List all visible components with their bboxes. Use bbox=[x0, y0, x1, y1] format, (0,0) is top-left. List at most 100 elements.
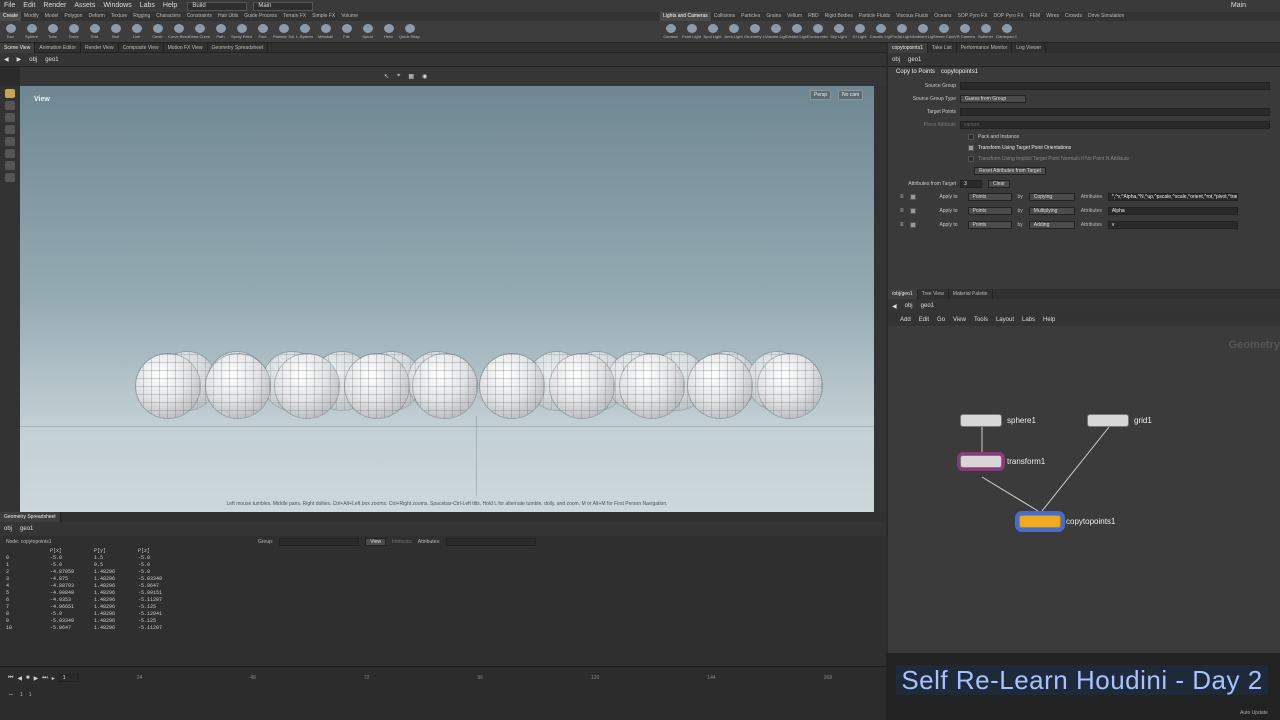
shelf-tool[interactable]: Sphere bbox=[21, 21, 42, 43]
shelf-tool[interactable]: Torus bbox=[63, 21, 84, 43]
pane-tab[interactable]: Geometry Spreadsheet bbox=[208, 42, 269, 53]
drag-handle-icon[interactable]: ≡ bbox=[900, 194, 904, 200]
mode-menu[interactable]: Copying bbox=[1028, 193, 1075, 201]
source-group-field[interactable] bbox=[960, 81, 1270, 90]
grid-icon[interactable]: ▦ bbox=[404, 73, 418, 80]
shelf-tool[interactable]: Geometry Light bbox=[744, 21, 765, 43]
menu-file[interactable]: File bbox=[0, 0, 19, 12]
sheet-path-node[interactable]: geo1 bbox=[16, 526, 37, 532]
apply-to-menu[interactable]: Points bbox=[967, 193, 1012, 201]
shelf-tool[interactable]: Caustic Light bbox=[870, 21, 891, 43]
shelf-tool[interactable]: Draw Curve bbox=[189, 21, 210, 43]
shelf-tool[interactable]: Box bbox=[0, 21, 21, 43]
snap-icon[interactable]: ⌖ bbox=[393, 73, 404, 80]
pane-tab[interactable]: Animation Editor bbox=[35, 42, 82, 53]
menu-render[interactable]: Render bbox=[39, 0, 70, 12]
mode-menu[interactable]: Multiplying bbox=[1028, 207, 1075, 215]
frame-field[interactable]: 1 bbox=[58, 674, 79, 682]
shelf-tool[interactable]: Metaball bbox=[315, 21, 336, 43]
attributes-field[interactable]: v bbox=[1107, 221, 1238, 229]
view-menu[interactable]: View bbox=[365, 538, 387, 546]
rule-enable-checkbox[interactable] bbox=[909, 208, 916, 214]
sheet-path-root[interactable]: obj bbox=[0, 526, 16, 532]
range-end[interactable]: 1 bbox=[29, 692, 32, 698]
path-node[interactable]: geo1 bbox=[41, 57, 62, 63]
shelf-tab[interactable]: Drive Simulation bbox=[1085, 12, 1127, 21]
shelf-tool[interactable]: Grid bbox=[84, 21, 105, 43]
camera-icon[interactable]: ◉ bbox=[418, 73, 431, 80]
column-header[interactable]: P[z] bbox=[138, 548, 182, 555]
menu-windows[interactable]: Windows bbox=[99, 0, 135, 12]
table-row[interactable]: 8 -5.0 1.48296 -5.12941 bbox=[6, 611, 886, 618]
pose-tool-icon[interactable] bbox=[5, 149, 15, 158]
node-transform1[interactable]: transform1 bbox=[960, 455, 1045, 468]
params-path-root[interactable]: obj bbox=[888, 57, 904, 63]
attributes-field[interactable]: *,^v,^Alpha,^N,^up,^pscale,^scale,^orien… bbox=[1107, 193, 1238, 201]
camera-menu[interactable]: No cam bbox=[838, 90, 864, 100]
table-row[interactable]: 4 -4.88793 1.48296 -5.0647 bbox=[6, 583, 886, 590]
column-header[interactable] bbox=[6, 548, 50, 555]
shelf-tool[interactable]: Curve Bezier bbox=[168, 21, 189, 43]
table-row[interactable]: 0 -5.0 1.5 -5.0 bbox=[6, 555, 886, 562]
shelf-tool[interactable]: Ambient Light bbox=[912, 21, 933, 43]
rule-enable-checkbox[interactable] bbox=[909, 194, 916, 200]
pane-tab[interactable]: Composite View bbox=[119, 42, 164, 53]
drag-handle-icon[interactable]: ≡ bbox=[900, 222, 904, 228]
path-root[interactable]: obj bbox=[25, 57, 41, 63]
menu-edit[interactable]: Edit bbox=[19, 0, 39, 12]
pane-tab[interactable]: Performance Monitor bbox=[957, 43, 1013, 53]
source-group-type-menu[interactable]: Guess from Group bbox=[960, 94, 1026, 103]
shelf-tool[interactable]: Distant Light bbox=[786, 21, 807, 43]
go-end-icon[interactable]: ⏭ bbox=[42, 675, 47, 682]
shelf-tool[interactable]: Environment Light bbox=[807, 21, 828, 43]
select-icon[interactable]: ↖ bbox=[380, 73, 393, 80]
menu-labs[interactable]: Labs bbox=[136, 0, 159, 12]
shelf-tool[interactable]: Font bbox=[252, 21, 273, 43]
table-row[interactable]: 10 -5.0647 1.48296 -5.11207 bbox=[6, 625, 886, 632]
shelf-tool[interactable]: Spiral bbox=[357, 21, 378, 43]
shelf-tool[interactable]: Platonic Solids bbox=[273, 21, 294, 43]
clear-button[interactable]: Clear bbox=[988, 179, 1010, 188]
pane-tab[interactable]: Scene View bbox=[0, 42, 36, 53]
range-start[interactable]: 1 bbox=[20, 692, 23, 698]
shelf-tool[interactable]: Gamepad Camera bbox=[996, 21, 1017, 43]
desktop-dropdown[interactable]: Build bbox=[187, 1, 248, 11]
go-start-icon[interactable]: ⏮ bbox=[8, 675, 13, 682]
shelf-tool[interactable]: Tube bbox=[42, 21, 63, 43]
menu-assets[interactable]: Assets bbox=[70, 0, 99, 12]
scene-viewport[interactable]: View Persp No cam Left mouse tumbles. Mi… bbox=[20, 86, 874, 512]
play-icon[interactable]: ▶ bbox=[34, 675, 39, 682]
scale-tool-icon[interactable] bbox=[5, 125, 15, 134]
shelf-tool[interactable]: Null bbox=[105, 21, 126, 43]
implicit-normals-checkbox[interactable] bbox=[968, 155, 974, 162]
params-path-node[interactable]: geo1 bbox=[904, 57, 925, 63]
column-header[interactable]: P[x] bbox=[50, 548, 94, 555]
shelf-tool[interactable]: VR Camera bbox=[954, 21, 975, 43]
persp-menu[interactable]: Persp bbox=[810, 90, 832, 100]
rotate-tool-icon[interactable] bbox=[5, 113, 15, 122]
back-icon[interactable]: ◀ bbox=[0, 56, 13, 63]
attributes-field[interactable] bbox=[446, 538, 537, 546]
apply-to-menu[interactable]: Points bbox=[967, 221, 1012, 229]
shelf-tool[interactable]: Camera bbox=[660, 21, 681, 43]
forward-icon[interactable]: ▶ bbox=[13, 56, 26, 63]
piece-attribute-field[interactable]: variant bbox=[960, 120, 1270, 129]
table-row[interactable]: 5 -4.90849 1.48296 -5.09151 bbox=[6, 590, 886, 597]
step-forward-icon[interactable]: ▸ bbox=[52, 675, 55, 682]
group-field[interactable] bbox=[279, 538, 360, 546]
table-row[interactable]: 3 -4.875 1.48296 -5.03349 bbox=[6, 576, 886, 583]
shelf-tool[interactable]: Area Light bbox=[723, 21, 744, 43]
move-tool-icon[interactable] bbox=[5, 101, 15, 110]
pane-tab[interactable]: Render View bbox=[81, 42, 119, 53]
spreadsheet-tab[interactable]: Geometry Spreadsheet bbox=[0, 512, 61, 522]
timeline-ticks[interactable]: 24 48 72 96 120 144 168 bbox=[83, 675, 886, 681]
reset-attributes-button[interactable]: Reset Attributes from Target bbox=[974, 166, 1046, 175]
table-row[interactable]: 2 -4.87059 1.48296 -5.0 bbox=[6, 569, 886, 576]
shelf-tool[interactable]: Portal Light bbox=[891, 21, 912, 43]
step-back-icon[interactable]: ◀ bbox=[17, 675, 22, 682]
handle-tool-icon[interactable] bbox=[5, 137, 15, 146]
shelf-tool[interactable]: Spot Light bbox=[702, 21, 723, 43]
mode-menu[interactable]: Adding bbox=[1028, 221, 1075, 229]
pane-tab[interactable]: copytopoints1 bbox=[888, 43, 928, 53]
pane-tab[interactable]: Motion FX View bbox=[164, 42, 208, 53]
